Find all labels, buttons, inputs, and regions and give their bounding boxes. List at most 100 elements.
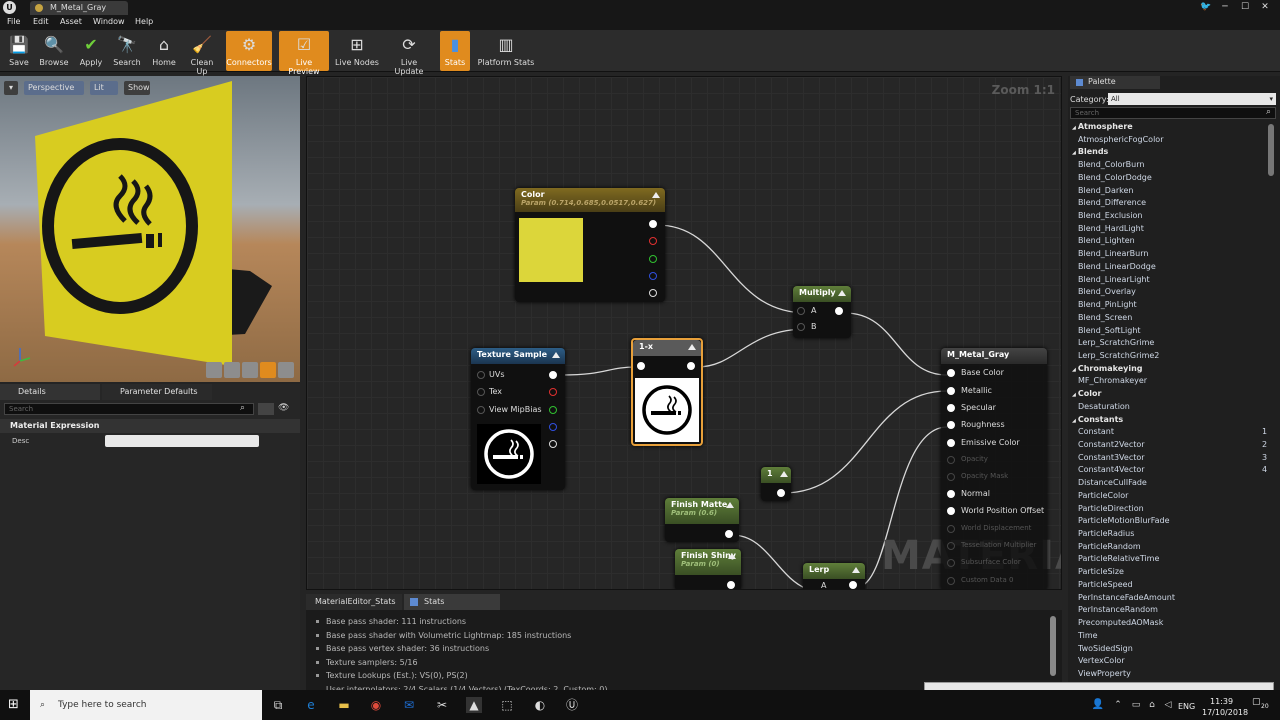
input-pin-emissive-color[interactable] [947, 439, 955, 447]
node-one-minus[interactable]: 1-x [631, 338, 703, 446]
feedback-icon[interactable]: 🐦 [1199, 1, 1213, 13]
people-icon[interactable]: 👤 [1090, 697, 1106, 713]
palette-item[interactable]: Blend_LinearBurn [1078, 249, 1148, 258]
eye-icon[interactable]: 👁 [278, 403, 289, 413]
output-pin-r[interactable] [649, 237, 657, 245]
output-pin[interactable] [725, 530, 733, 538]
output-pin-a[interactable] [649, 289, 657, 297]
platform-stats-button[interactable]: ▥ Platform Stats [477, 31, 535, 71]
node-lerp[interactable]: Lerp A [803, 563, 865, 589]
collapse-arrow-icon[interactable] [780, 471, 788, 477]
input-pin[interactable] [637, 362, 645, 370]
input-pin-roughness[interactable] [947, 421, 955, 429]
palette-item[interactable]: Blend_LinearDodge [1078, 262, 1156, 271]
tab-parameter-defaults[interactable]: Parameter Defaults [102, 384, 212, 400]
clean-up-button[interactable]: 🧹 Clean Up [184, 31, 220, 76]
palette-item[interactable]: Constant [1078, 427, 1114, 436]
palette-item[interactable]: PerInstanceRandom [1078, 605, 1158, 614]
palette-item[interactable]: PrecomputedAOMask [1078, 618, 1163, 627]
collapse-arrow-icon[interactable] [652, 192, 660, 198]
live-nodes-button[interactable]: ⊞ Live Nodes [335, 31, 379, 71]
cylinder-mesh-button[interactable] [206, 362, 222, 378]
search-button[interactable]: 🔭 Search [111, 31, 143, 71]
input-pin-b[interactable] [797, 323, 805, 331]
chrome-icon[interactable]: ◉ [368, 697, 384, 713]
clock-time[interactable]: 11:39 [1210, 697, 1233, 706]
palette-item[interactable]: ParticleDirection [1078, 504, 1144, 513]
output-pin-g[interactable] [549, 406, 557, 414]
collapse-arrow-icon[interactable] [688, 344, 696, 350]
input-pin-specular[interactable] [947, 404, 955, 412]
palette-item[interactable]: Lerp_ScratchGrime2 [1078, 351, 1159, 360]
input-pin-mipbias[interactable] [477, 406, 485, 414]
stats-button[interactable]: ▮ Stats [440, 31, 470, 71]
live-preview-button[interactable]: ☑ Live Preview [279, 31, 329, 76]
menu-asset[interactable]: Asset [60, 17, 82, 26]
show-hidden-icons-icon[interactable]: ⌃ [1110, 697, 1126, 713]
task-view-icon[interactable]: ⧉ [270, 697, 286, 713]
app2-icon[interactable]: ◐ [532, 697, 548, 713]
input-pin-world-displacement[interactable] [947, 525, 955, 533]
palette-item[interactable]: PerInstanceFadeAmount [1078, 593, 1175, 602]
cube-mesh-button[interactable] [260, 362, 276, 378]
node-material-output[interactable]: M_Metal_Gray Base Color Metallic Specular R… [941, 348, 1047, 589]
show-button[interactable]: Show [124, 81, 150, 95]
palette-category[interactable]: ◢ Color [1072, 389, 1101, 398]
palette-item[interactable]: TwoSidedSign [1078, 644, 1133, 653]
document-tab[interactable]: M_Metal_Gray [30, 1, 128, 15]
palette-item[interactable]: Blend_Lighten [1078, 236, 1135, 245]
palette-item[interactable]: VertexColor [1078, 656, 1125, 665]
close-button[interactable]: ✕ [1258, 1, 1272, 13]
app-icon[interactable]: ✂ [434, 697, 450, 713]
palette-item[interactable]: Blend_SoftLight [1078, 326, 1141, 335]
view-options-icon[interactable] [258, 403, 274, 415]
palette-item[interactable]: ViewProperty [1078, 669, 1131, 678]
palette-item[interactable]: Blend_HardLight [1078, 224, 1144, 233]
output-pin-a[interactable] [549, 440, 557, 448]
perspective-button[interactable]: Perspective [24, 81, 84, 95]
node-constant[interactable]: 1 [761, 467, 791, 501]
palette-item[interactable]: ParticleSpeed [1078, 580, 1133, 589]
palette-item[interactable]: Blend_Exclusion [1078, 211, 1142, 220]
tab-details[interactable]: Details [0, 384, 100, 400]
volume-icon[interactable]: ◁ [1160, 697, 1176, 713]
input-pin-subsurface-color[interactable] [947, 559, 955, 567]
input-pin-opacity[interactable] [947, 456, 955, 464]
collapse-arrow-icon[interactable] [852, 567, 860, 573]
input-pin-opacity-mask[interactable] [947, 473, 955, 481]
network-icon[interactable]: ⌂ [1144, 697, 1160, 713]
palette-item[interactable]: ParticleColor [1078, 491, 1128, 500]
material-graph[interactable]: Zoom 1:1 MATERIAL Color Param (0.714,0.6… [306, 76, 1062, 590]
collapse-arrow-icon[interactable] [726, 502, 734, 508]
output-pin-r[interactable] [549, 388, 557, 396]
palette-item[interactable]: Lerp_ScratchGrime [1078, 338, 1154, 347]
input-pin-base-color[interactable] [947, 369, 955, 377]
node-multiply[interactable]: Multiply A B [793, 286, 851, 338]
maximize-button[interactable]: ☐ [1238, 1, 1252, 13]
input-pin-world-position-offset[interactable] [947, 507, 955, 515]
epic-launcher-icon[interactable]: ⬚ [499, 697, 515, 713]
tab-materialeditor-stats[interactable]: MaterialEditor_Stats [306, 594, 402, 610]
menu-edit[interactable]: Edit [33, 17, 49, 26]
save-button[interactable]: 💾 Save [4, 31, 34, 71]
output-pin-b[interactable] [649, 272, 657, 280]
output-pin[interactable] [727, 581, 735, 589]
collapse-arrow-icon[interactable] [838, 290, 846, 296]
viewport-options-button[interactable]: ▾ [4, 81, 18, 95]
palette-item[interactable]: Constant4Vector [1078, 465, 1145, 474]
palette-item[interactable]: Constant3Vector [1078, 453, 1145, 462]
output-pin[interactable] [835, 307, 843, 315]
input-pin-normal[interactable] [947, 490, 955, 498]
palette-category[interactable]: ◢ Blends [1072, 147, 1108, 156]
palette-item[interactable]: Blend_ColorBurn [1078, 160, 1144, 169]
plane-mesh-button[interactable] [242, 362, 258, 378]
node-finish-shiny[interactable]: Finish Shiny Param (0) [675, 549, 741, 589]
palette-item[interactable]: AtmosphericFogColor [1078, 135, 1163, 144]
palette-item[interactable]: ParticleRandom [1078, 542, 1141, 551]
palette-item[interactable]: Time [1078, 631, 1098, 640]
input-pin-a[interactable] [797, 307, 805, 315]
palette-search-input[interactable]: Search [1070, 107, 1276, 119]
palette-scrollbar[interactable] [1268, 124, 1274, 176]
palette-category[interactable]: ◢ Atmosphere [1072, 122, 1133, 131]
desc-field[interactable] [105, 435, 259, 447]
